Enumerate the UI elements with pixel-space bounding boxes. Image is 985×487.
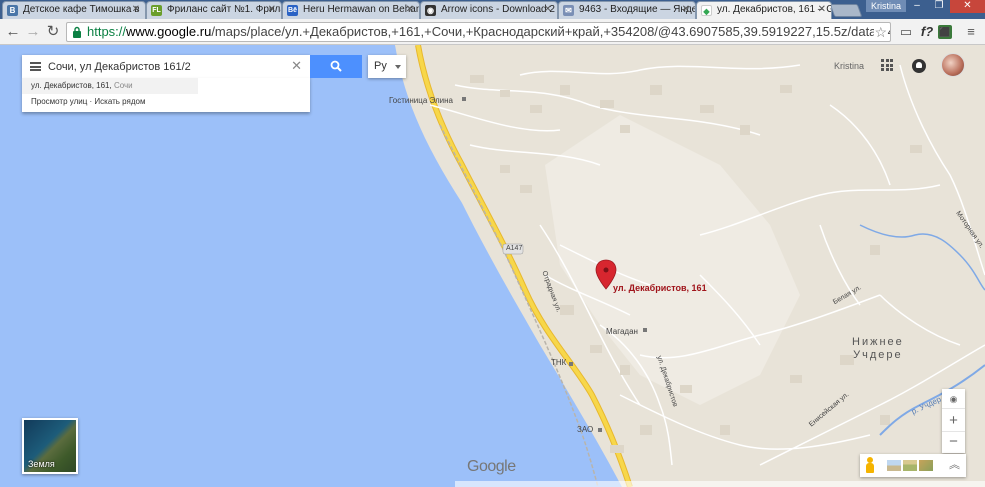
notifications-bell-icon[interactable] [912,59,926,73]
search-input[interactable] [48,57,283,76]
map-label-village: Нижнее Учдере [852,336,904,361]
map-label-hotel[interactable]: Гостиница Элина [389,96,453,105]
window-close-icon[interactable]: ✕ [950,0,985,13]
mail-icon: ✉ [563,5,574,16]
poi-icon [462,97,466,101]
chevron-down-icon [395,65,401,69]
tab-title: Фриланс сайт №1. Фрила [167,4,282,15]
chrome-menu-icon[interactable]: ≡ [962,23,980,41]
suggestion-sub: Сочи [113,81,133,90]
suggestion-item[interactable]: ул. Декабристов, 161, Сочи [22,78,198,94]
tab-title: Детское кафе Тимошка в [23,4,140,15]
my-location-icon[interactable]: ◉ [942,389,965,409]
new-tab-button[interactable] [829,4,863,17]
clear-icon[interactable]: ✕ [291,58,302,74]
account-name[interactable]: Kristina [834,61,864,71]
behance-icon: Bē [287,5,298,16]
close-icon[interactable]: ✕ [544,2,552,18]
close-icon[interactable]: ✕ [818,2,826,18]
url-protocol: https:// [87,24,127,39]
close-icon[interactable]: ✕ [406,2,414,18]
language-select[interactable]: Ру [368,55,406,78]
language-value: Ру [374,60,387,72]
extension-badge-icon[interactable]: ⬛ [938,25,952,39]
suggestion-links[interactable]: Просмотр улиц · Искать рядом [31,97,145,106]
browser-tab[interactable]: ◉ Arrow icons - Download 2 ✕ [420,1,558,19]
zoom-controls: ◉ + − [942,389,965,453]
url-host: www.google.ru [126,24,212,39]
apps-grid-icon[interactable] [881,59,893,71]
google-logo: Google [467,458,516,475]
menu-icon[interactable] [30,62,41,71]
fl-icon: FL [151,5,162,16]
browser-tab[interactable]: ✉ 9463 - Входящие — Янде ✕ [558,1,696,19]
map-label-tnk[interactable]: ТНК [551,358,566,367]
browser-tab[interactable]: Bē Heru Hermawan on Behan ✕ [282,1,420,19]
earth-label: Земля [28,459,55,469]
map-footer [455,481,985,487]
eye-icon: ◉ [425,5,436,16]
vk-icon: B [7,5,18,16]
lock-icon [73,26,81,38]
zoom-in-button[interactable]: + [942,411,965,431]
minimize-icon[interactable]: – [906,0,928,13]
earth-view-toggle[interactable]: Земля [22,418,78,474]
avatar[interactable] [941,53,965,77]
photo-thumb-icon[interactable] [887,460,901,471]
tab-title: ул. Декабристов, 161 – G [717,4,832,15]
poi-icon [598,428,602,432]
close-icon[interactable]: ✕ [268,2,276,18]
poi-icon [643,328,647,332]
browser-profile-chip[interactable]: Kristina [866,0,906,12]
reload-icon[interactable]: ↻ [44,23,62,41]
maximize-icon[interactable]: ❐ [928,0,950,13]
photo-thumb-icon[interactable] [903,460,917,471]
address-bar[interactable]: https://www.google.ru/maps/place/ул.+Дек… [66,22,891,42]
bookmark-star-icon[interactable]: ☆ [874,23,887,41]
suggestion-main: ул. Декабристов, 161, [31,81,112,90]
search-icon [330,60,342,72]
chevron-up-icon[interactable]: ︽ [949,457,960,473]
browser-tab[interactable]: B Детское кафе Тимошка в ✕ [2,1,146,19]
browser-tab-strip: B Детское кафе Тимошка в ✕ FL Фриланс са… [0,0,985,19]
tab-title: Heru Hermawan on Behan [303,4,420,15]
search-box: ✕ [22,55,310,78]
browser-tab[interactable]: FL Фриланс сайт №1. Фрила ✕ [146,1,282,19]
photo-thumb-icon[interactable] [919,460,933,471]
map-bottom-controls: ︽ [860,454,966,477]
search-suggestions: ул. Декабристов, 161, Сочи Просмотр улиц… [22,78,310,112]
map-label-road-badge: A147 [506,245,523,252]
browser-tab-active[interactable]: ◆ ул. Декабристов, 161 – G ✕ [696,1,832,19]
browser-toolbar: ← → ↻ https://www.google.ru/maps/place/у… [0,19,985,45]
forward-icon[interactable]: → [24,23,42,41]
close-icon[interactable]: ✕ [132,2,140,18]
tab-title: 9463 - Входящие — Янде [579,4,696,15]
pegman-icon[interactable] [865,457,875,474]
zoom-out-button[interactable]: − [942,431,965,451]
formula-extension-icon[interactable]: f? [918,23,936,41]
map-canvas[interactable]: Гостиница Элина A147 Отрадная ул. ул. Де… [0,45,985,487]
close-icon[interactable]: ✕ [682,2,690,18]
map-label-zao[interactable]: ЗАО [577,425,593,434]
maps-icon: ◆ [701,5,712,16]
url-path: /maps/place/ул.+Декабристов,+161,+Сочи,+… [211,24,890,39]
search-button[interactable] [310,55,362,78]
tab-title: Arrow icons - Download 2 [441,4,555,15]
back-icon[interactable]: ← [4,23,22,41]
map-label-magadan[interactable]: Магадан [606,327,638,336]
poi-icon [569,362,573,366]
marker-label[interactable]: ул. Декабристов, 161 [613,283,707,293]
extension-icon[interactable]: ▭ [897,23,915,41]
